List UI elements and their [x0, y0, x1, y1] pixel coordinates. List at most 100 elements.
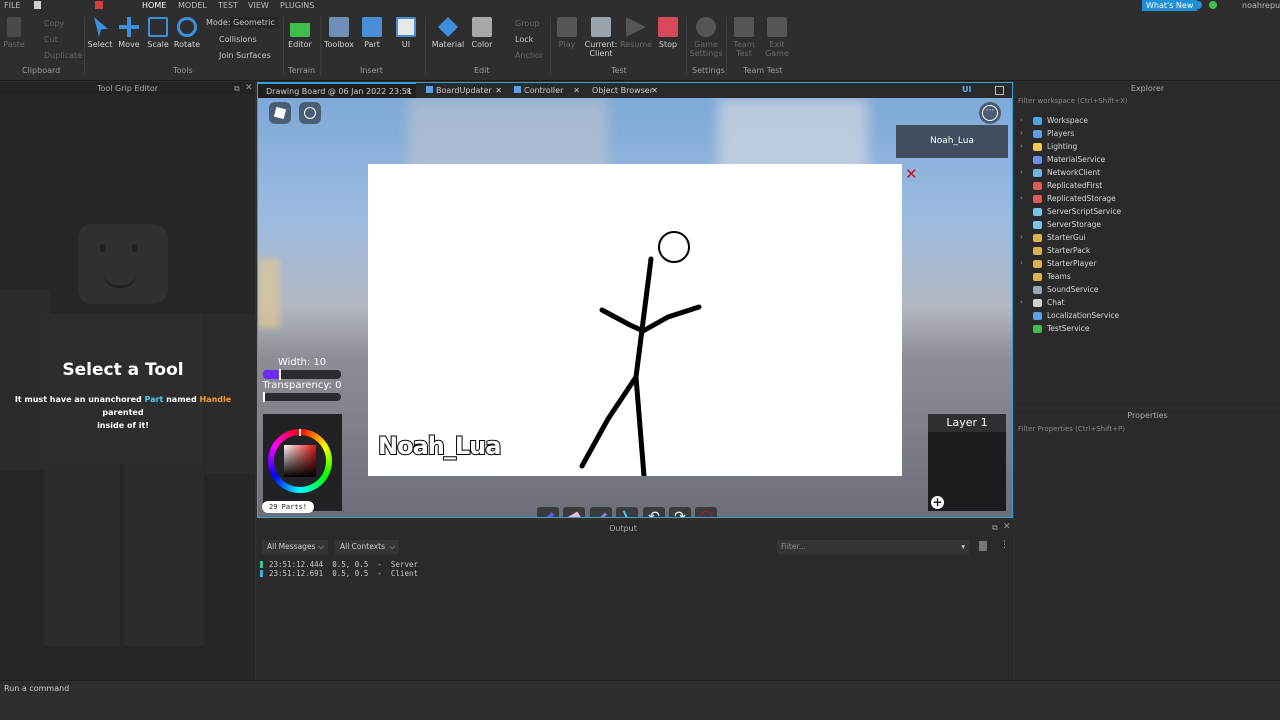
close-icon[interactable]: ✕	[245, 83, 253, 93]
anchor-button[interactable]: Anchor	[515, 51, 543, 60]
explorer-item[interactable]: › Chat	[1015, 296, 1280, 309]
player-list-entry[interactable]: Noah_Lua	[896, 125, 1008, 158]
explorer-item[interactable]: › StarterPlayer	[1015, 257, 1280, 270]
layer-item[interactable]: Layer 1	[928, 414, 1006, 432]
whats-new-button[interactable]: What's New	[1142, 0, 1198, 11]
pen-tool-button[interactable]	[590, 507, 612, 517]
menu-tab-plugins[interactable]: PLUGINS	[280, 1, 314, 10]
collisions-toggle[interactable]: Collisions	[219, 35, 257, 44]
expand-arrow-icon[interactable]: ›	[1020, 140, 1023, 153]
explorer-item[interactable]: › Workspace	[1015, 114, 1280, 127]
tab-object-browser[interactable]: Object Browser ✕	[584, 83, 662, 98]
menu-tab-model[interactable]: MODEL	[178, 1, 207, 10]
explorer-item[interactable]: › NetworkClient	[1015, 166, 1280, 179]
join-surfaces-toggle[interactable]: Join Surfaces	[219, 51, 271, 60]
stop-quick-icon[interactable]	[95, 1, 103, 9]
float-icon[interactable]: ⧉	[992, 523, 998, 533]
redo-button[interactable]: ↷	[669, 507, 691, 517]
exit-game-button[interactable]: Exit Game	[757, 17, 797, 58]
device-emulator-icon[interactable]	[995, 86, 1004, 95]
float-icon[interactable]: ⧉	[234, 84, 240, 94]
mode-select[interactable]: Geometric	[230, 17, 278, 28]
explorer-item[interactable]: ReplicatedFirst	[1015, 179, 1280, 192]
new-file-icon[interactable]	[34, 1, 41, 9]
menu-tab-home[interactable]: HOME	[142, 1, 166, 10]
color-button[interactable]: Color	[462, 17, 502, 49]
ui-button[interactable]: UI	[386, 17, 426, 49]
help-icon[interactable]	[1194, 1, 1202, 9]
explorer-item[interactable]: › Players	[1015, 127, 1280, 140]
lock-button[interactable]: Lock	[515, 35, 533, 44]
layers-panel: Layer 1 +	[928, 414, 1006, 511]
transparency-slider[interactable]	[263, 392, 341, 402]
explorer-item[interactable]: › ReplicatedStorage	[1015, 192, 1280, 205]
expand-arrow-icon[interactable]: ›	[1020, 231, 1023, 244]
explorer-item[interactable]: › Lighting	[1015, 140, 1280, 153]
more-vertical-icon[interactable]: ⋮	[1000, 540, 1009, 550]
brush-tool-button[interactable]	[537, 507, 559, 517]
close-board-icon[interactable]: ✕	[905, 165, 918, 183]
expand-arrow-icon[interactable]: ›	[1020, 192, 1023, 205]
ui-visibility-toggle[interactable]: UI	[962, 85, 971, 94]
terrain-editor-button[interactable]: Editor	[280, 17, 320, 49]
expand-arrow-icon[interactable]: ›	[1020, 257, 1023, 270]
explorer-item[interactable]: LocalizationService	[1015, 309, 1280, 322]
contexts-filter-dropdown[interactable]: All Contexts ⌵	[335, 540, 399, 554]
properties-filter-input[interactable]: Filter Properties (Ctrl+Shift+P)	[1018, 425, 1276, 436]
close-icon[interactable]: ✕	[1003, 522, 1011, 532]
more-options-button[interactable]: ···	[979, 102, 1001, 124]
rotate-button[interactable]: Rotate	[167, 17, 207, 49]
tab-boardupdater[interactable]: BoardUpdater ✕	[418, 83, 506, 98]
game-settings-button[interactable]: Game Settings	[686, 17, 726, 58]
drawing-canvas[interactable]: Noah_Lua	[368, 164, 902, 476]
expand-arrow-icon[interactable]: ›	[1020, 127, 1023, 140]
copy-button[interactable]: Copy	[44, 19, 64, 28]
cut-button[interactable]: Cut	[44, 35, 58, 44]
eraser-tool-button[interactable]	[563, 507, 585, 517]
explorer-item[interactable]: Teams	[1015, 270, 1280, 283]
explorer-item[interactable]: StarterPack	[1015, 244, 1280, 257]
width-slider[interactable]	[263, 369, 341, 380]
menu-tab-view[interactable]: VIEW	[248, 1, 269, 10]
explorer-item[interactable]: ServerStorage	[1015, 218, 1280, 231]
group-button[interactable]: Group	[515, 19, 539, 28]
explorer-filter-input[interactable]: Filter workspace (Ctrl+Shift+X)	[1018, 97, 1276, 108]
width-slider-fill	[263, 370, 280, 379]
explorer-item[interactable]: MaterialService	[1015, 153, 1280, 166]
expand-arrow-icon[interactable]: ›	[1020, 166, 1023, 179]
tab-controller[interactable]: Controller ✕	[506, 83, 584, 98]
expand-arrow-icon[interactable]: ›	[1020, 296, 1023, 309]
transparency-slider-handle[interactable]	[263, 392, 265, 402]
username[interactable]: noahreput	[1242, 1, 1280, 10]
hue-marker[interactable]	[299, 429, 301, 436]
current-client-button[interactable]: Current: Client	[581, 17, 621, 58]
chat-button[interactable]	[299, 102, 321, 124]
output-filter-input[interactable]: Filter... ▾	[777, 540, 969, 554]
trash-icon[interactable]	[979, 541, 987, 551]
explorer-item[interactable]: ServerScriptService	[1015, 205, 1280, 218]
service-icon	[1033, 117, 1042, 125]
clear-board-button[interactable]	[695, 507, 717, 517]
width-slider-handle[interactable]	[279, 369, 281, 380]
command-input[interactable]: Run a command	[4, 684, 69, 693]
roblox-menu-button[interactable]	[269, 102, 291, 124]
line-tool-button[interactable]	[616, 507, 638, 517]
color-square[interactable]	[284, 445, 316, 477]
duplicate-button[interactable]: Duplicate	[44, 51, 82, 60]
menu-file[interactable]: FILE	[4, 1, 20, 10]
color-wheel[interactable]	[268, 429, 332, 493]
status-icon[interactable]	[1209, 1, 1217, 9]
stop-button[interactable]: Stop	[648, 17, 688, 49]
menu-tab-test[interactable]: TEST	[218, 1, 238, 10]
undo-button[interactable]: ↶	[643, 507, 665, 517]
paste-button[interactable]: Paste	[0, 17, 28, 49]
command-bar[interactable]: Run a command	[0, 680, 1280, 720]
messages-filter-dropdown[interactable]: All Messages ⌵	[262, 540, 328, 554]
expand-arrow-icon[interactable]: ›	[1020, 114, 1023, 127]
explorer-item[interactable]: SoundService	[1015, 283, 1280, 296]
tab-drawing-board[interactable]: Drawing Board @ 06 Jan 2022 23:51 ✕	[258, 83, 416, 98]
explorer-item[interactable]: TestService	[1015, 322, 1280, 335]
explorer-item[interactable]: › StarterGui	[1015, 231, 1280, 244]
explorer-item-label: TestService	[1047, 324, 1090, 333]
add-layer-icon[interactable]: +	[931, 496, 944, 509]
